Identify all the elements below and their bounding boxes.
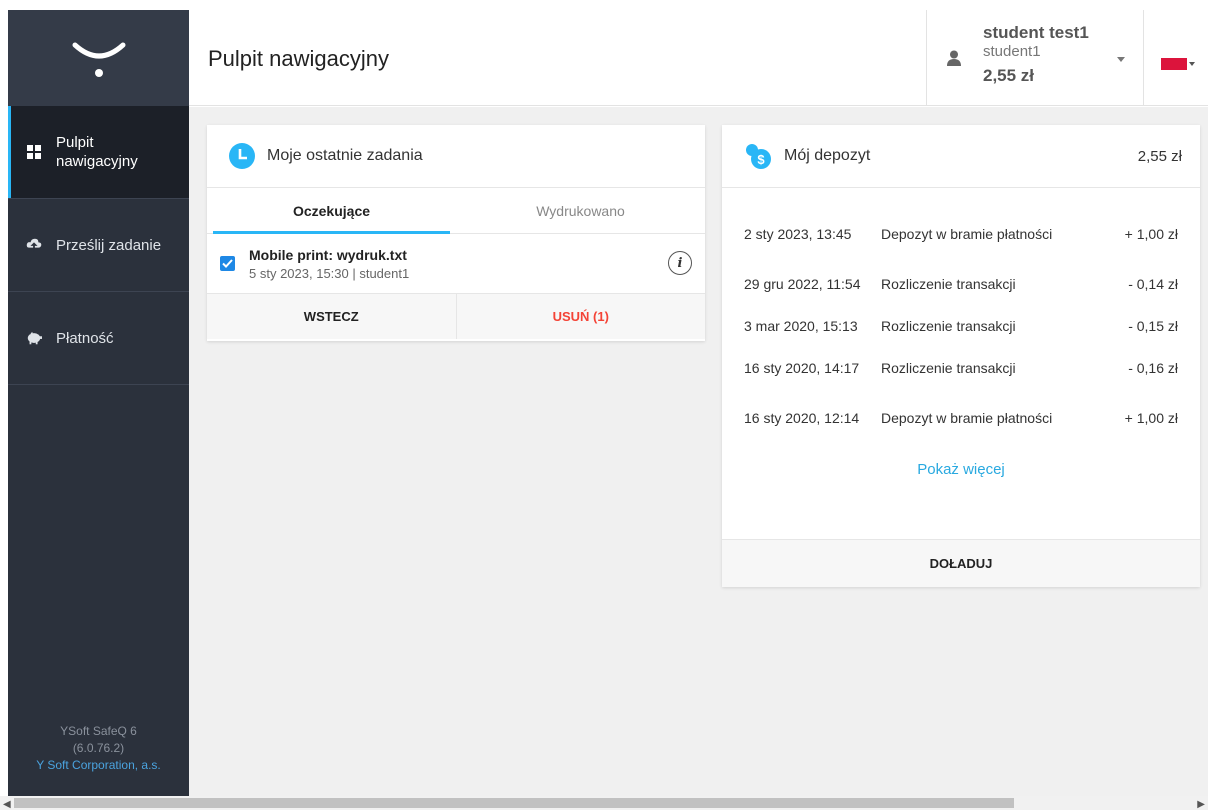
table-row: 16 sty 2020, 14:17 Rozliczenie transakcj… [722, 347, 1200, 389]
sidebar-item-label: Prześlij zadanie [56, 236, 162, 254]
recent-tasks-card: Moje ostatnie zadania Oczekujące Wydruko… [207, 125, 705, 341]
card-header: $ Mój depozyt 2,55 zł [722, 125, 1200, 188]
scroll-right-icon[interactable]: ▶ [1197, 799, 1205, 810]
show-more-link[interactable]: Pokaż więcej [722, 461, 1200, 501]
ysoft-logo-icon [72, 42, 125, 77]
logo[interactable] [8, 10, 189, 106]
sidebar-item-label: Pulpit nawigacyjny [56, 134, 138, 170]
topup-button[interactable]: DOŁADUJ [722, 539, 1200, 587]
user-menu[interactable]: student test1 student1 2,55 zł [926, 10, 1144, 106]
language-selector[interactable] [1161, 58, 1195, 70]
transaction-list: 2 sty 2023, 13:45 Depozyt w bramie płatn… [722, 188, 1200, 447]
tasks-tabs: Oczekujące Wydrukowano [207, 188, 705, 234]
table-row: 3 mar 2020, 15:13 Rozliczenie transakcji… [722, 305, 1200, 347]
scrollbar-thumb[interactable] [14, 798, 1014, 808]
sidebar: Pulpit nawigacyjny Prześlij zadanie Płat… [8, 10, 189, 796]
polish-flag-icon [1161, 58, 1187, 70]
main-content: Moje ostatnie zadania Oczekujące Wydruko… [189, 107, 1208, 796]
job-name: Mobile print: wydruk.txt [249, 246, 407, 263]
sidebar-item-label: Płatność [56, 329, 114, 347]
tx-description: Rozliczenie transakcji [881, 360, 1016, 376]
sidebar-item-submit-job[interactable]: Prześlij zadanie [8, 199, 189, 292]
tx-amount: - 0,16 zł [1128, 360, 1178, 376]
tx-amount: + 1,00 zł [1124, 226, 1178, 242]
dashboard-grid-icon [26, 144, 42, 160]
sidebar-footer: YSoft SafeQ 6 (6.0.76.2) Y Soft Corporat… [8, 723, 189, 774]
table-row: 16 sty 2020, 12:14 Depozyt w bramie płat… [722, 389, 1200, 447]
card-header: Moje ostatnie zadania [207, 125, 705, 188]
product-name: YSoft SafeQ 6 [60, 724, 137, 738]
delete-button[interactable]: USUŃ (1) [457, 294, 706, 339]
job-meta: 5 sty 2023, 15:30 | student1 [249, 265, 410, 281]
header: Pulpit nawigacyjny student test1 student… [189, 10, 1208, 106]
money-bag-icon: $ [746, 144, 771, 169]
horizontal-scrollbar[interactable]: ◀ ▶ [0, 796, 1208, 810]
tab-pending[interactable]: Oczekujące [207, 188, 456, 234]
tab-printed[interactable]: Wydrukowano [456, 188, 705, 233]
tx-date: 29 gru 2022, 11:54 [744, 276, 861, 292]
job-checkbox[interactable] [220, 256, 235, 271]
tx-description: Rozliczenie transakcji [881, 276, 1016, 292]
svg-text:$: $ [757, 152, 765, 167]
scroll-left-icon[interactable]: ◀ [3, 799, 11, 810]
card-title: Moje ostatnie zadania [267, 147, 423, 164]
user-balance: 2,55 zł [983, 66, 1035, 85]
page-title: Pulpit nawigacyjny [208, 46, 389, 71]
deposit-card: $ Mój depozyt 2,55 zł 2 sty 2023, 13:45 … [722, 125, 1200, 587]
piggy-bank-icon [26, 330, 42, 346]
tx-description: Rozliczenie transakcji [881, 318, 1016, 334]
clock-icon [229, 143, 255, 169]
sidebar-item-dashboard[interactable]: Pulpit nawigacyjny [8, 106, 189, 199]
tx-date: 3 mar 2020, 15:13 [744, 318, 858, 334]
card-title: Mój depozyt [784, 147, 871, 164]
product-version: (6.0.76.2) [72, 741, 125, 755]
company-link[interactable]: Y Soft Corporation, a.s. [8, 757, 189, 774]
user-name: student test1 [983, 23, 1089, 42]
user-icon [947, 50, 961, 66]
sidebar-item-payment[interactable]: Płatność [8, 292, 189, 385]
tx-date: 16 sty 2020, 12:14 [744, 410, 860, 426]
tx-date: 16 sty 2020, 14:17 [744, 360, 860, 376]
cloud-upload-icon [26, 237, 42, 253]
tx-date: 2 sty 2023, 13:45 [744, 226, 852, 242]
tx-amount: - 0,14 zł [1128, 276, 1178, 292]
checkmark-icon [222, 259, 233, 268]
chevron-down-icon [1117, 57, 1125, 62]
task-actions: WSTECZ USUŃ (1) [207, 294, 705, 339]
tx-description: Depozyt w bramie płatności [881, 410, 1053, 426]
list-item[interactable]: Mobile print: wydruk.txt 5 sty 2023, 15:… [207, 234, 705, 294]
chevron-down-icon [1189, 62, 1195, 66]
table-row: 2 sty 2023, 13:45 Depozyt w bramie płatn… [722, 205, 1200, 263]
info-icon[interactable]: i [668, 251, 692, 275]
table-row: 29 gru 2022, 11:54 Rozliczenie transakcj… [722, 263, 1200, 305]
tx-amount: - 0,15 zł [1128, 318, 1178, 334]
user-login: student1 [983, 43, 1041, 60]
back-button[interactable]: WSTECZ [207, 294, 457, 339]
tx-amount: + 1,00 zł [1124, 410, 1178, 426]
deposit-amount: 2,55 zł [1137, 148, 1182, 165]
tx-description: Depozyt w bramie płatności [881, 226, 1053, 242]
